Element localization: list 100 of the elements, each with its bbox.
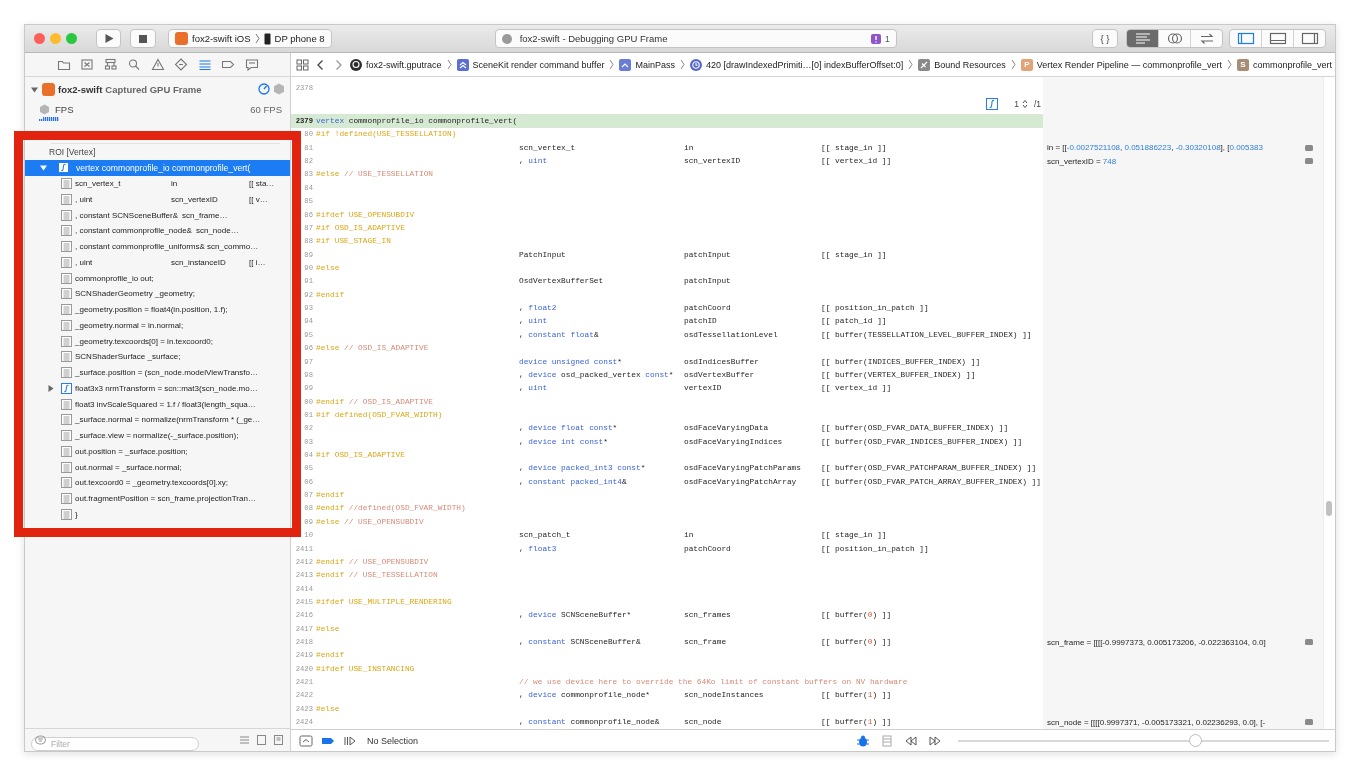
tree-row[interactable]: , uint scn_instanceID [[ i… [25,254,290,271]
test-tab-icon[interactable] [174,58,188,71]
chevron-icon [1226,59,1232,70]
tree-row[interactable]: float3x3 nrmTransform = scn::mat3(scn_node.mo… [25,380,290,397]
quick-look-icon[interactable] [1305,639,1313,646]
tree-row[interactable]: float3 invScaleSquared = 1.f / float3(length_squa… [25,396,290,412]
chevron-icon [1010,59,1016,70]
tree-row[interactable]: _geometry.position = float4(in.position, 1.f); [25,301,290,318]
line-icon [61,367,72,379]
frame-subtitle: Captured GPU Frame [105,83,202,95]
breadcrumb-item[interactable]: P Vertex Render Pipeline — commonprofile_vert [1020,58,1222,71]
tree-row[interactable]: SCNShaderGeometry _geometry; [25,286,290,302]
filter-icon [35,735,46,745]
tree-row[interactable]: vertex commonprofile_io commonprofile_vert( [25,160,290,176]
tree-row[interactable]: } [25,506,290,523]
slider-thumb[interactable] [1189,734,1203,747]
play-icon [103,33,114,44]
chevron-icon [254,33,260,44]
status-text: No Selection [367,735,419,746]
hexagon-icon [39,103,50,115]
fps-graph [39,117,59,121]
tree-row[interactable]: , constant commonprofile_uniforms& scn_commo… [25,238,290,255]
report-tab-icon[interactable] [244,58,259,71]
close-button[interactable] [34,33,45,44]
scheme-selector[interactable]: fox2-swift iOS DP phone 8 [168,29,332,48]
tree-row[interactable]: out.normal = _surface.normal; [25,459,290,475]
line-icon [61,193,72,205]
line-icon [61,351,72,363]
disclosure-triangle[interactable] [46,383,55,393]
run-button[interactable] [96,29,121,48]
standard-mode-icon [1133,31,1152,46]
chevron-icon [679,59,685,70]
function-icon [58,162,69,174]
breadcrumb-item[interactable]: S commonprofile_vert [1236,58,1332,71]
breadcrumb-item[interactable]: 420 [drawIndexedPrimiti…[0] indexBufferOffset:0] [689,58,904,71]
tree-row[interactable]: , constant SCNSceneBuffer& scn_frame… [25,207,290,223]
line-icon [61,209,72,221]
debug-tab-icon[interactable] [197,58,212,71]
bug-icon[interactable] [856,734,871,747]
disclosure-triangle[interactable] [39,163,48,173]
quick-look-icon[interactable] [1305,719,1313,726]
step-icon[interactable] [343,734,357,747]
match-index: 1 [1014,99,1019,110]
document-icon[interactable] [256,735,267,745]
tree-row[interactable]: , constant commonprofile_node& scn_node… [25,223,290,239]
breadcrumb-item[interactable]: MainPass [619,58,675,71]
frame-title: fox2-swift [58,83,103,95]
panel-icon[interactable] [299,734,313,747]
fast-forward-icon[interactable] [928,734,943,747]
issue-tab-icon[interactable] [150,58,165,71]
tree-row[interactable]: _surface.view = normalize(-_surface.position); [25,427,290,444]
variable-value: in = [[-0.0027521108, 0.051886223, -0.30320108], [0.005383 [1047,143,1264,153]
breakpoint-tab-icon[interactable] [221,58,235,71]
line-icon [61,430,72,442]
line-icon [61,304,72,316]
code-button[interactable]: { } [1092,29,1118,48]
buffer-icon [456,58,469,71]
document-icon[interactable] [273,735,284,745]
breadcrumb-item[interactable]: Bound Resources [918,58,1006,71]
variable-value: scn_node = [[[[0.9997371, -0.005173321, 0.02236293, 0.0], [- [1047,717,1267,727]
tree-row[interactable]: out.texcoord0 = _geometry.texcoords[0].xy; [25,475,290,491]
grid-icon[interactable] [296,58,309,71]
tree-row[interactable]: _geometry.normal = in.normal; [25,317,290,334]
tree-row[interactable]: _surface.normal = normalize(nrmTransform * (_ge… [25,412,290,428]
app-icon [42,82,55,96]
stop-button[interactable] [130,29,156,48]
gauge-icon[interactable] [258,83,270,95]
tree-row[interactable]: commonprofile_io out; [25,270,290,286]
line-icon [61,477,72,489]
line-icon [61,414,72,426]
scrollbar-thumb[interactable] [1326,501,1332,516]
line-icon [61,178,72,190]
stepper-icon[interactable] [1021,99,1028,110]
editor-mode-button[interactable] [1127,30,1158,47]
tree-row[interactable]: scn_vertex_t in [[ sta… [25,175,290,192]
function-icon[interactable] [986,98,999,111]
symbol-tab-icon[interactable] [80,58,94,71]
line-icon [61,256,72,268]
tree-row[interactable]: out.fragmentPosition = scn_frame.projectionTran… [25,490,290,507]
breadcrumb-item[interactable]: SceneKit render command buffer [456,58,605,71]
line-icon [61,288,72,300]
tree-row[interactable]: SCNShaderSurface _surface; [25,349,290,365]
tree-row[interactable]: out.position = _surface.position; [25,443,290,460]
breadcrumb-item[interactable]: fox2-swift.gputrace [350,58,442,71]
fps-label: FPS [55,103,74,115]
hierarchy-tab-icon[interactable] [103,58,118,71]
line-icon [61,445,72,457]
assistant-mode-icon [1165,31,1184,46]
rewind-icon[interactable] [904,734,919,747]
tree-row[interactable]: , uint scn_vertexID [[ v… [25,191,290,208]
tree-row[interactable]: _geometry.texcoords[0] = in.texcoord0; [25,333,290,349]
utilities-panel-icon [1300,31,1319,46]
chevron-icon [908,59,914,70]
folder-tab-icon[interactable] [56,58,71,71]
tree-row[interactable]: _surface.position = (scn_node.modelViewTransfo… [25,364,290,381]
filter-field[interactable]: Filter [31,737,199,751]
search-tab-icon[interactable] [127,58,141,71]
line-icon [61,335,72,347]
variable-value: scn_vertexID = 748 [1047,156,1118,166]
function-icon [61,382,72,394]
